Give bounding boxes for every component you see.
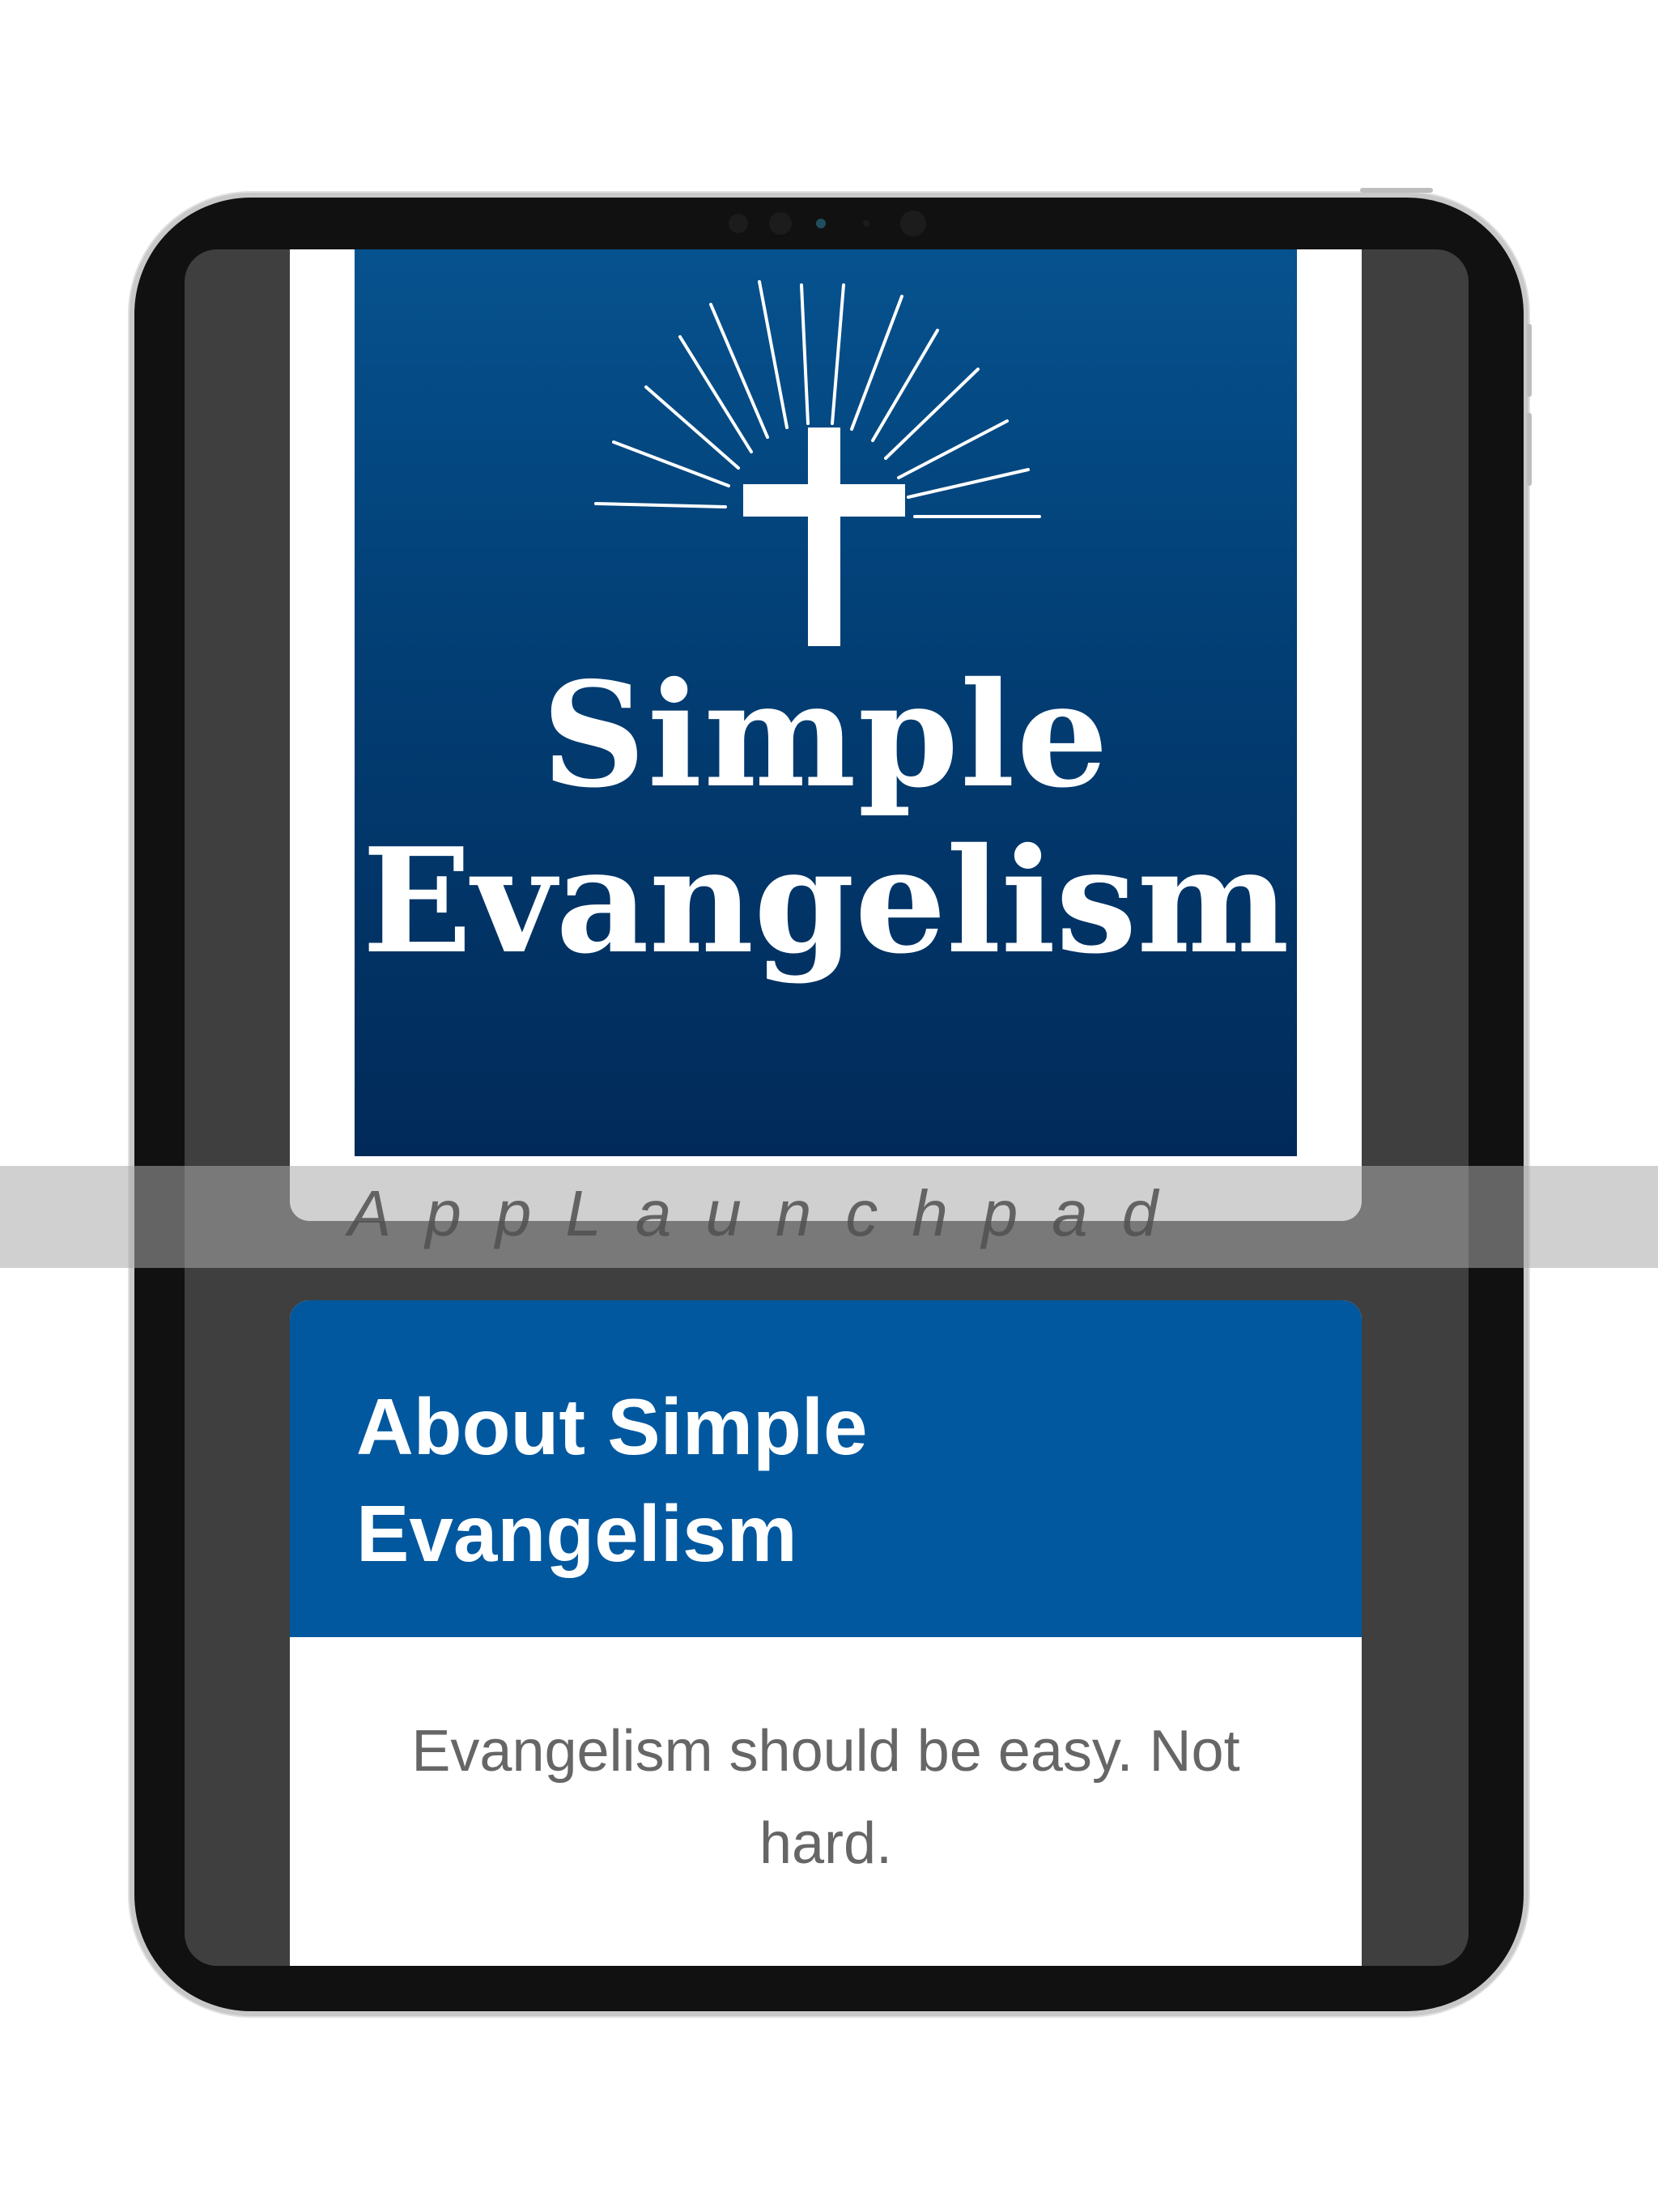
device-volume-down-button	[1527, 413, 1532, 486]
camera-flash-icon	[863, 220, 869, 227]
camera-sensor-icon	[729, 214, 748, 233]
camera-indicator-icon	[816, 219, 826, 228]
hero-card: Simple Evangelism	[290, 249, 1362, 1221]
tablet-screen: Simple Evangelism About Simple Evangelis…	[185, 249, 1469, 1966]
hero-title-line2: Evangelism	[362, 816, 1290, 985]
about-description: Evangelism should be easy. Not hard.	[411, 1719, 1240, 1876]
camera-lens-icon	[769, 212, 792, 235]
about-card: About Simple Evangelism Evangelism shoul…	[290, 1300, 1362, 1966]
watermark-text: AppLaunchpad	[348, 1177, 1192, 1249]
about-title: About Simple Evangelism	[356, 1382, 868, 1578]
hero-banner: Simple Evangelism	[355, 249, 1297, 1156]
about-header: About Simple Evangelism	[290, 1300, 1362, 1637]
camera-main-lens-icon	[900, 211, 926, 236]
device-top-button	[1360, 188, 1433, 193]
hero-title-line1: Simple	[542, 650, 1110, 819]
front-camera-bar	[712, 207, 939, 240]
device-volume-up-button	[1527, 324, 1532, 397]
